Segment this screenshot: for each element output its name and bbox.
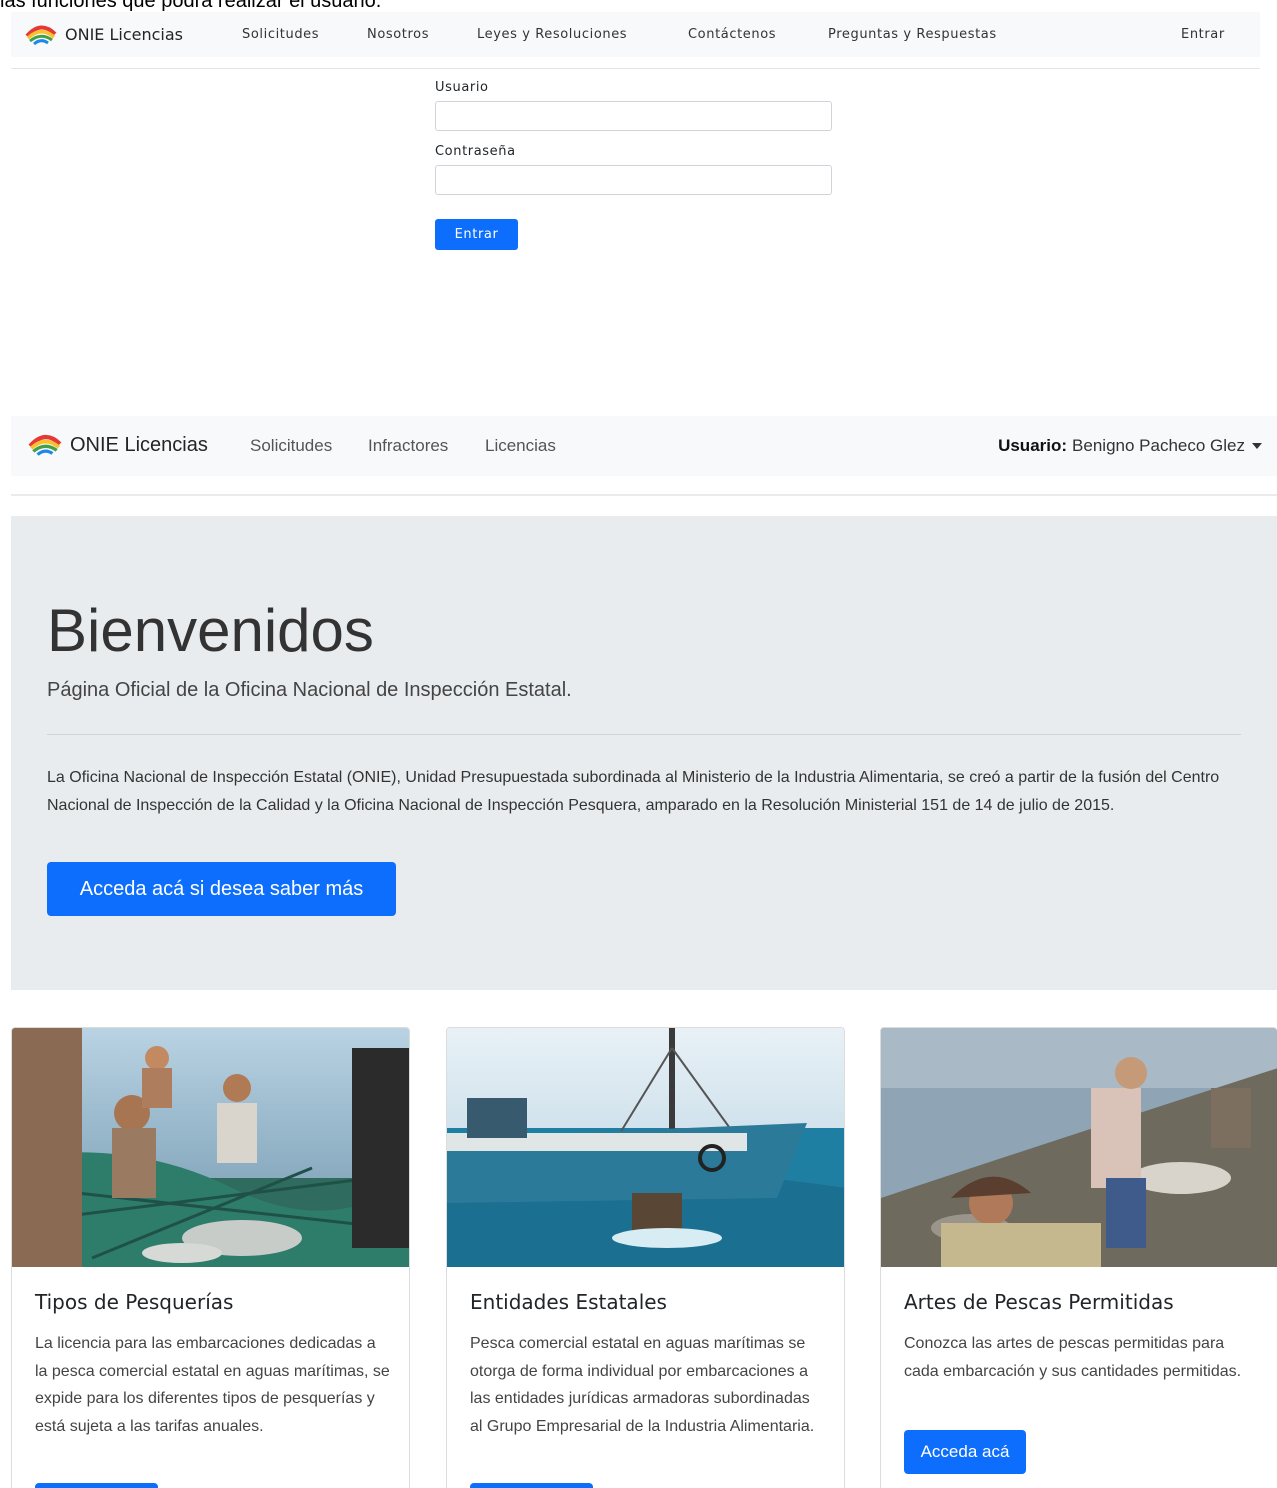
card-artes-pesca: Artes de Pescas Permitidas Conozca las a… <box>880 1027 1277 1488</box>
nav-link-leyes[interactable]: Leyes y Resoluciones <box>477 27 627 42</box>
nav-link-preguntas[interactable]: Preguntas y Respuestas <box>828 27 997 42</box>
public-navbar: ONIE Licencias Solicitudes Nosotros Leye… <box>11 12 1260 57</box>
page-title: Bienvenidos <box>47 597 374 664</box>
card-title: Entidades Estatales <box>470 1290 667 1314</box>
brand-label: ONIE Licencias <box>65 25 183 44</box>
card-text: Conozca las artes de pescas permitidas p… <box>904 1335 1242 1380</box>
jumbotron-divider <box>47 734 1241 735</box>
user-menu-dropdown[interactable]: Usuario: Benigno Pacheco Glez <box>998 436 1262 456</box>
login-form: Usuario Contraseña <box>435 80 832 195</box>
card-title: Artes de Pescas Permitidas <box>904 1290 1174 1314</box>
nav-link-solicitudes[interactable]: Solicitudes <box>250 436 332 456</box>
navbar-brand-user[interactable]: ONIE Licencias <box>28 432 208 458</box>
card-image-fishing-boat <box>447 1028 844 1267</box>
user-name: Benigno Pacheco Glez <box>1072 436 1245 455</box>
card-image-shore-fishers <box>881 1028 1277 1267</box>
card-title: Tipos de Pesquerías <box>35 1290 234 1314</box>
caret-down-icon <box>1252 443 1262 449</box>
learn-more-button[interactable]: Acceda acá si desea saber más <box>47 862 396 916</box>
card-tipos-pesquerias: Tipos de Pesquerías La licencia para las… <box>11 1027 410 1488</box>
nav-link-contactenos[interactable]: Contáctenos <box>688 27 776 42</box>
login-submit-button[interactable]: Entrar <box>435 219 518 250</box>
card-text: Pesca comercial estatal en aguas marítim… <box>470 1335 815 1435</box>
username-label: Usuario <box>435 80 489 95</box>
card-button[interactable] <box>470 1483 593 1488</box>
user-navbar: ONIE Licencias Solicitudes Infractores L… <box>11 416 1277 476</box>
card-text: La licencia para las embarcaciones dedic… <box>35 1335 390 1435</box>
card-button[interactable] <box>35 1483 158 1488</box>
password-label: Contraseña <box>435 144 516 159</box>
nav-link-licencias[interactable]: Licencias <box>485 436 556 456</box>
nav-link-infractores[interactable]: Infractores <box>368 436 448 456</box>
lead-text: Página Oficial de la Oficina Nacional de… <box>47 679 572 701</box>
nav-link-solicitudes[interactable]: Solicitudes <box>242 27 319 42</box>
onie-logo-icon <box>28 434 62 456</box>
nav-link-nosotros[interactable]: Nosotros <box>367 27 429 42</box>
card-entidades-estatales: Entidades Estatales Pesca comercial esta… <box>446 1027 845 1488</box>
user-prefix-label: Usuario: <box>998 436 1068 455</box>
card-button[interactable]: Acceda acá <box>904 1430 1026 1474</box>
brand-label: ONIE Licencias <box>70 433 208 456</box>
username-field[interactable] <box>435 101 832 131</box>
navbar-divider <box>11 68 1260 69</box>
navbar-divider <box>11 494 1277 496</box>
onie-logo-icon <box>25 25 57 45</box>
card-image-fishermen-nets <box>12 1028 409 1267</box>
password-field[interactable] <box>435 165 832 195</box>
welcome-jumbotron: Bienvenidos Página Oficial de la Oficina… <box>11 516 1277 990</box>
intro-paragraph: La Oficina Nacional de Inspección Estata… <box>47 769 1220 814</box>
navbar-brand[interactable]: ONIE Licencias <box>25 24 183 46</box>
nav-link-entrar[interactable]: Entrar <box>1181 27 1225 42</box>
